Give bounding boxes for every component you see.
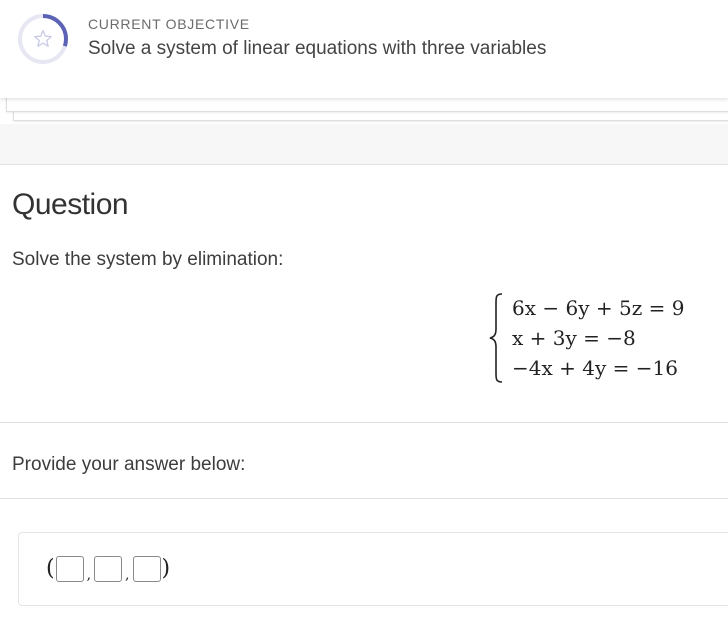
stacked-card-shadow [6,96,728,112]
objective-label: CURRENT OBJECTIVE [88,16,250,32]
objective-header: CURRENT OBJECTIVE Solve a system of line… [0,0,728,98]
comma-separator: , [125,567,130,583]
close-paren: ) [161,556,171,581]
equation-3: −4x + 4y = −16 [512,356,678,380]
equation-2: x + 3y = −8 [512,326,636,350]
equation-1: 6x − 6y + 5z = 9 [512,296,685,320]
question-prompt: Solve the system by elimination: [12,249,284,270]
objective-progress-ring [18,14,68,64]
section-separator-band [0,124,728,165]
star-icon [34,29,52,47]
divider [0,498,728,499]
divider [0,422,728,423]
answer-prompt: Provide your answer below: [12,454,246,475]
open-paren: ( [46,556,55,581]
question-heading: Question [12,188,129,221]
left-brace-icon [489,293,503,383]
answer-y-input[interactable] [94,556,123,582]
answer-panel: ( , , ) [18,532,728,606]
answer-z-input[interactable] [132,556,161,582]
objective-title: Solve a system of linear equations with … [88,38,547,59]
answer-x-input[interactable] [55,556,84,582]
ordered-triple-input: ( , , ) [46,553,170,585]
comma-separator: , [86,567,92,583]
